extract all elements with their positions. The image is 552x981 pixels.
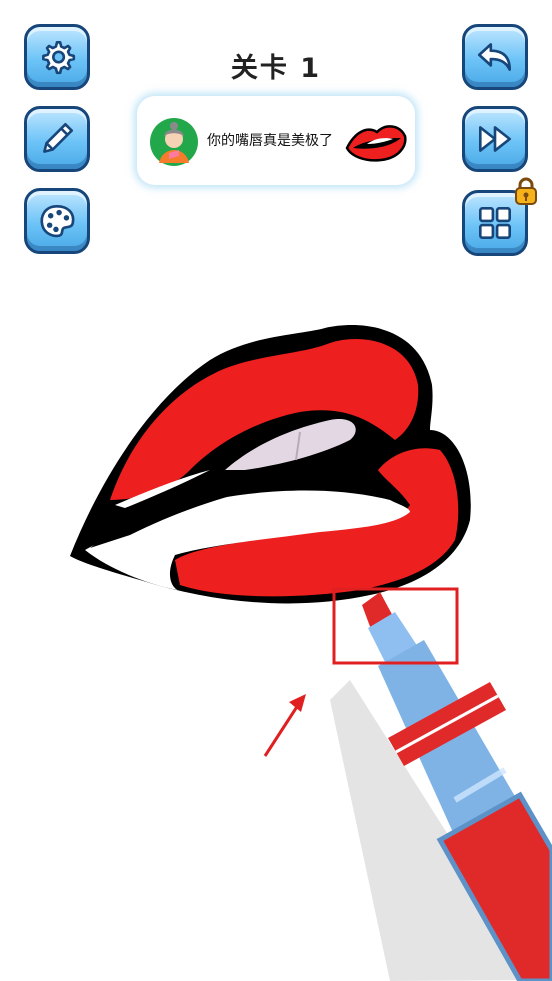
drawing-canvas[interactable] — [0, 0, 552, 981]
hint-arrow-head — [289, 694, 306, 712]
hint-arrow — [263, 701, 302, 757]
